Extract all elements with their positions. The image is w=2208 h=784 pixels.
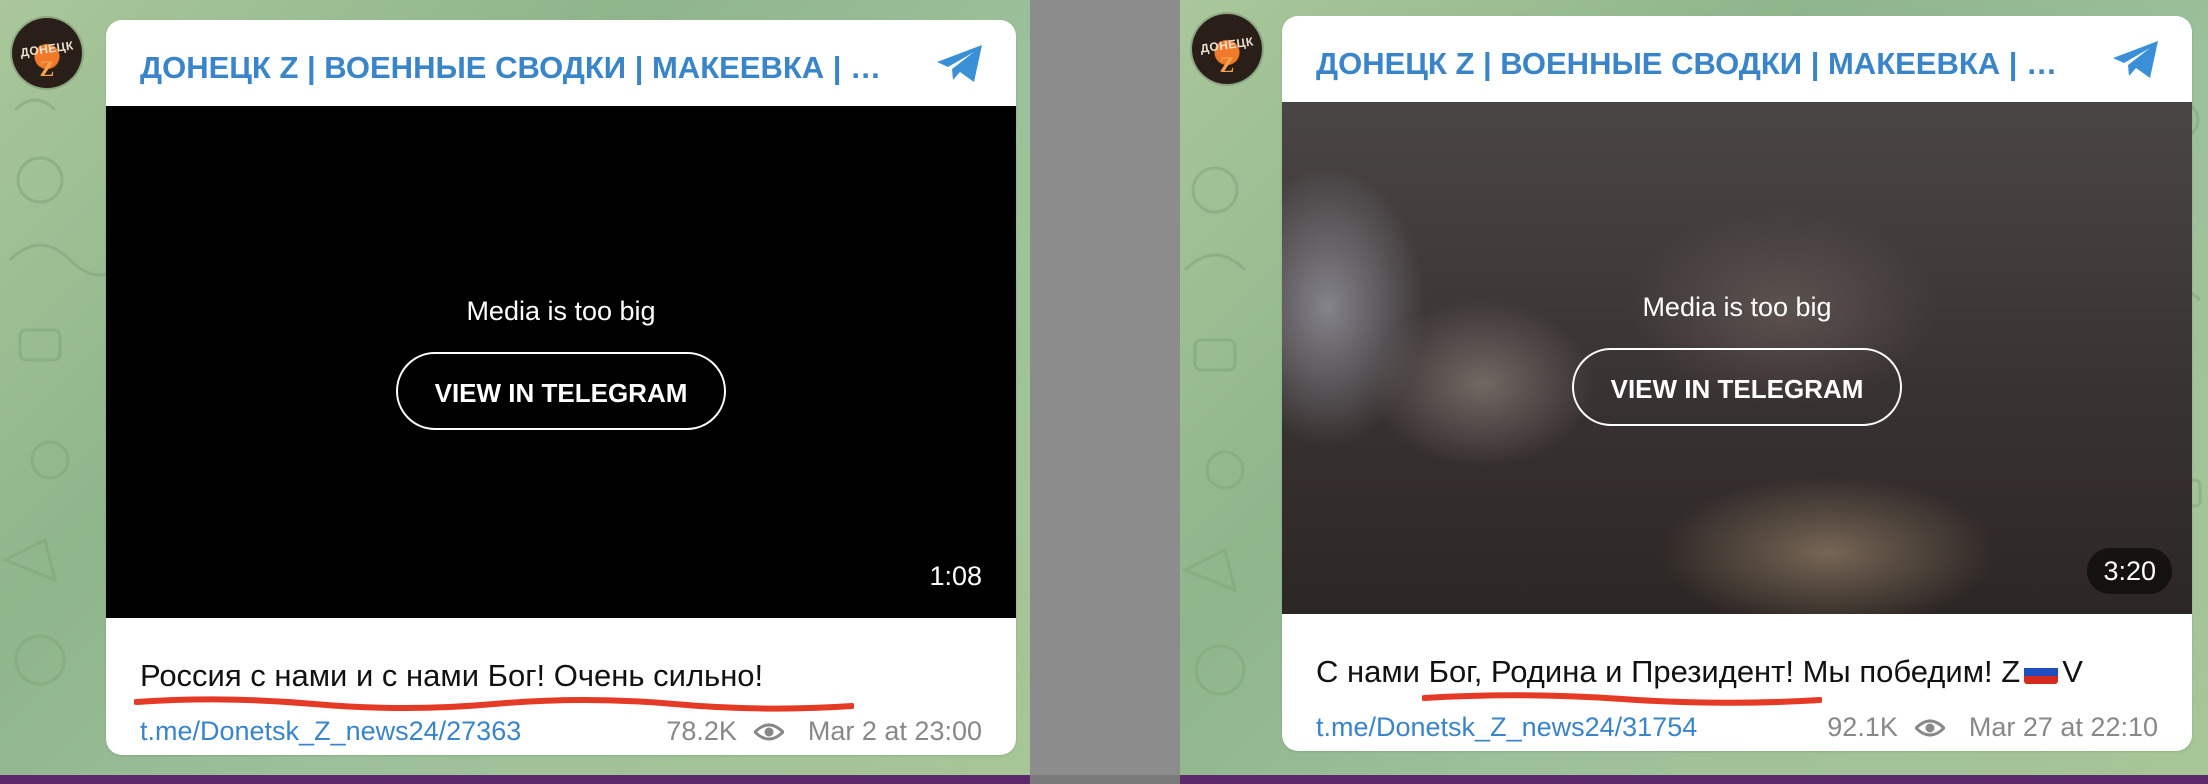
video-preview[interactable]: Media is too big VIEW IN TELEGRAM 3:20: [1282, 102, 2192, 614]
video-duration: 1:08: [929, 561, 982, 591]
media-too-big-message: Media is too big: [1642, 292, 1832, 322]
post-date: Mar 27 at 22:10: [1968, 712, 2158, 742]
post-date: Mar 2 at 23:00: [807, 716, 982, 746]
telegram-icon[interactable]: [2110, 38, 2162, 82]
avatar-letter: Z: [39, 56, 55, 81]
russia-flag-icon: [2024, 660, 2059, 684]
eye-icon: [754, 723, 785, 741]
red-underline-annotation: [134, 696, 854, 712]
avatar-letter: Z: [1219, 52, 1235, 77]
post-caption: С нами Бог, Родина и Президент! Мы побед…: [1316, 654, 2083, 690]
post-stats: 78.2K Mar 2 at 23:00: [666, 716, 982, 747]
view-count: 78.2K: [666, 716, 737, 746]
channel-title-link[interactable]: ДОНЕЦК Z | ВОЕННЫЕ СВОДКИ | МАКЕЕВКА | Н…: [1316, 46, 2076, 82]
post-link[interactable]: t.me/Donetsk_Z_news24/31754: [1316, 712, 1697, 743]
chat-background-left: ДОНЕЦК Z ДОНЕЦК Z | ВОЕННЫЕ СВОДКИ | МАК…: [0, 0, 1030, 775]
red-underline-annotation: [1422, 692, 1822, 706]
post-header: ДОНЕЦК Z | ВОЕННЫЕ СВОДКИ | МАКЕЕВКА | Н…: [1282, 16, 2192, 102]
view-in-telegram-button[interactable]: VIEW IN TELEGRAM: [1572, 348, 1902, 426]
video-duration: 3:20: [2087, 548, 2172, 594]
media-too-big-message: Media is too big: [466, 296, 656, 326]
post-header: ДОНЕЦК Z | ВОЕННЫЕ СВОДКИ | МАКЕЕВКА | Н…: [106, 20, 1016, 106]
chat-background-right: ДОНЕЦК Z ДОНЕЦК Z | ВОЕННЫЕ СВОДКИ | МАК…: [1180, 0, 2208, 775]
post-meta: t.me/Donetsk_Z_news24/27363 78.2K Mar 2 …: [140, 716, 982, 752]
eye-icon: [1915, 719, 1946, 737]
post-meta: t.me/Donetsk_Z_news24/31754 92.1K Mar 27…: [1316, 712, 2158, 748]
post-link[interactable]: t.me/Donetsk_Z_news24/27363: [140, 716, 521, 747]
channel-title-link[interactable]: ДОНЕЦК Z | ВОЕННЫЕ СВОДКИ | МАКЕЕВКА | Н…: [140, 50, 900, 86]
panel-divider: [1030, 0, 1180, 775]
caption-text-end: V: [2062, 654, 2083, 689]
telegram-icon[interactable]: [934, 42, 986, 86]
post-card: ДОНЕЦК Z | ВОЕННЫЕ СВОДКИ | МАКЕЕВКА | Н…: [106, 20, 1016, 755]
post-card: ДОНЕЦК Z | ВОЕННЫЕ СВОДКИ | МАКЕЕВКА | Н…: [1282, 16, 2192, 751]
channel-avatar[interactable]: ДОНЕЦК Z: [12, 18, 82, 88]
caption-text: С нами Бог, Родина и Президент! Мы побед…: [1316, 654, 2021, 689]
video-preview[interactable]: Media is too big VIEW IN TELEGRAM 1:08: [106, 106, 1016, 618]
post-caption: Россия с нами и с нами Бог! Очень сильно…: [140, 658, 764, 693]
view-in-telegram-button[interactable]: VIEW IN TELEGRAM: [396, 352, 726, 430]
post-stats: 92.1K Mar 27 at 22:10: [1827, 712, 2158, 743]
bottom-window-edge: [0, 775, 2208, 784]
channel-avatar[interactable]: ДОНЕЦК Z: [1192, 14, 1262, 84]
view-count: 92.1K: [1827, 712, 1898, 742]
